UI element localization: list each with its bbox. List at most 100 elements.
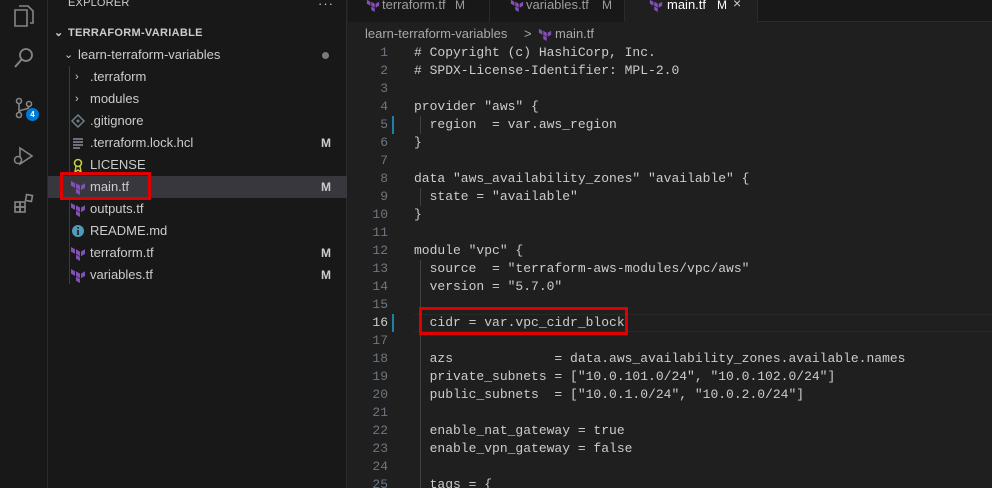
tree-item-label: README.md [90,223,168,238]
tree-item-label: variables.tf [90,267,153,282]
code-text: region = var.aws_region [414,117,617,132]
tab-label: main.tf [667,0,707,12]
modified-indicator: M [321,246,331,260]
code-text: state = "available" [414,189,578,204]
line-number: 25 [372,477,388,488]
close-tab-icon[interactable]: × [733,0,741,10]
tree-item-terraform-lock[interactable]: .terraform.lock.hcl M [48,132,347,154]
more-actions-button[interactable]: ··· [318,0,334,11]
code-line: 23 enable_vpn_gateway = false [348,440,992,458]
line-number: 18 [372,351,388,366]
code-line: 10} [348,206,992,224]
line-number: 2 [380,63,388,78]
cidr-line-highlight-box [419,307,628,335]
source-control-badge: 4 [26,108,39,121]
tree-item-modules[interactable]: › modules [48,88,347,110]
code-text: enable_nat_gateway = true [414,423,625,438]
workspace-root[interactable]: ⌄ TERRAFORM-VARIABLE [48,22,347,44]
folder-learn-terraform-variables[interactable]: ⌄ learn-terraform-variables [48,44,347,66]
code-line: 25 tags = { [348,476,992,488]
line-number: 13 [372,261,388,276]
code-line: 12 module "vpc" { [348,242,992,260]
tree-item-variables-tf[interactable]: variables.tf M [48,264,347,286]
code-text: # SPDX-License-Identifier: MPL-2.0 [414,63,680,78]
chevron-down-icon: ⌄ [64,49,74,61]
modified-dot [322,52,329,59]
line-number: 3 [380,81,388,96]
code-text: data "aws_availability_zones" "available… [414,171,750,186]
folder-label: learn-terraform-variables [78,47,221,62]
modified-indicator: M [602,0,612,12]
tree-item-outputs-tf[interactable]: outputs.tf [48,198,347,220]
search-icon[interactable] [12,46,36,70]
code-line: 6} [348,134,992,152]
line-number: 24 [372,459,388,474]
license-icon [73,158,83,173]
line-number: 9 [380,189,388,204]
code-line: 9 state = "available" [348,188,992,206]
breadcrumb: learn-terraform-variables > main.tf [348,23,992,45]
modified-indicator: M [321,136,331,150]
code-text: } [414,207,422,222]
code-text: source = "terraform-aws-modules/vpc/aws" [414,261,750,276]
line-number: 19 [372,369,388,384]
breadcrumb-separator: > [524,26,532,41]
code-line: 5 region = var.aws_region [348,116,992,134]
terraform-icon [71,269,85,283]
tab-variables-tf[interactable]: variables.tf M [490,0,625,22]
line-number: 15 [372,297,388,312]
tree-item-gitignore[interactable]: .gitignore [48,110,347,132]
code-line: 24 [348,458,992,476]
terraform-icon [510,0,524,12]
code-line: 18 azs = data.aws_availability_zones.ava… [348,350,992,368]
info-icon [72,225,84,237]
tree-item-label: outputs.tf [90,201,144,216]
tree-item-label: terraform.tf [90,245,154,260]
line-number: 1 [380,45,388,60]
tree-item-readme[interactable]: README.md [48,220,347,242]
line-number: 22 [372,423,388,438]
code-line: 13 source = "terraform-aws-modules/vpc/a… [348,260,992,278]
modified-indicator: M [321,180,331,194]
tree-item-label: .gitignore [90,113,144,128]
code-line: 14 version = "5.7.0" [348,278,992,296]
line-number: 16 [372,315,388,330]
lines-icon [73,138,83,149]
modified-indicator: M [717,0,727,12]
code-text: version = "5.7.0" [414,279,563,294]
code-line: 22 enable_nat_gateway = true [348,422,992,440]
breadcrumb-folder[interactable]: learn-terraform-variables [365,23,507,45]
run-debug-icon[interactable] [12,144,36,168]
workspace-root-label: TERRAFORM-VARIABLE [68,27,203,39]
tree-item-label: .terraform.lock.hcl [90,135,194,150]
code-text: module "vpc" { [414,243,524,258]
explorer-title: EXPLORER [68,0,130,9]
tree-item-terraform-folder[interactable]: › .terraform [48,66,347,88]
explorer-icon[interactable] [12,4,36,28]
line-number: 10 [372,207,388,222]
tree-item-terraform-tf[interactable]: terraform.tf M [48,242,347,264]
tab-label: variables.tf [526,0,589,12]
modified-indicator: M [455,0,465,12]
code-line: 4 provider "aws" { [348,98,992,116]
line-number: 23 [372,441,388,456]
modified-gutter-mark[interactable] [392,116,394,134]
line-number: 20 [372,387,388,402]
code-text: public_subnets = ["10.0.1.0/24", "10.0.2… [414,387,805,402]
line-number: 17 [372,333,388,348]
code-editor[interactable]: 1 # Copyright (c) HashiCorp, Inc. 2 # SPDX… [348,44,992,488]
activity-bar: 4 [0,0,48,488]
tab-main-tf[interactable]: main.tf M × [625,0,758,22]
chevron-right-icon: › [75,71,79,83]
line-number: 5 [380,117,388,132]
code-text: # Copyright (c) HashiCorp, Inc. [414,45,656,60]
breadcrumb-file[interactable]: main.tf [555,23,594,45]
line-number: 4 [380,99,388,114]
extensions-icon[interactable] [12,192,36,216]
code-text: private_subnets = ["10.0.101.0/24", "10.… [414,369,836,384]
tab-terraform-tf[interactable]: terraform.tf M [348,0,490,22]
chevron-right-icon: › [75,93,79,105]
code-text: } [414,135,422,150]
editor-tabs: terraform.tf M variables.tf M main.tf M … [348,0,992,22]
modified-gutter-mark[interactable] [392,314,394,332]
